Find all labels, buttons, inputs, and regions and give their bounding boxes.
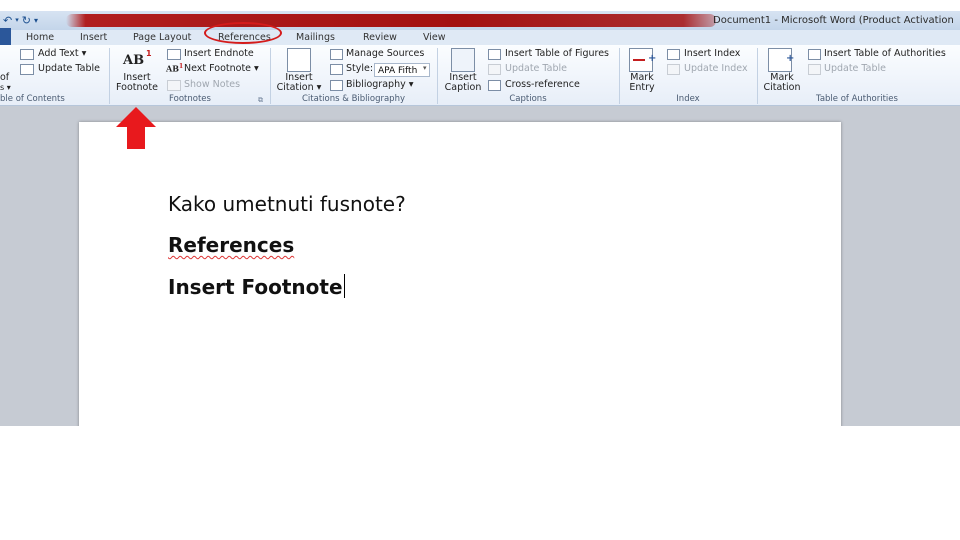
mark-entry-icon: + [629,48,656,72]
group-label-toc: ble of Contents [0,94,65,104]
show-notes-button[interactable]: Show Notes [184,79,240,91]
redo-icon[interactable]: ↻ [22,11,31,30]
customize-toolbar-icon[interactable]: ▾ [34,11,38,30]
insert-table-of-authorities-button[interactable]: Insert Table of Authorities [824,48,946,60]
show-notes-icon [167,80,181,91]
group-label-citations: Citations & Bibliography [301,94,405,104]
toc-button-label-part2[interactable]: s ▾ [0,82,11,94]
document-line-question: Kako umetnuti fusnote? [168,192,406,216]
insert-caption-label-2[interactable]: Caption [440,83,486,93]
ribbon: of s ▾ Add Text ▾ Update Table ble of Co… [0,45,960,106]
update-index-icon [667,64,680,75]
insert-index-button[interactable]: Insert Index [684,48,740,60]
tab-review[interactable]: Review [363,30,397,45]
group-label-captions: Captions [509,94,547,104]
text-cursor [343,274,345,298]
cross-reference-button[interactable]: Cross-reference [505,79,580,91]
citation-style-select[interactable]: APA Fifth [374,63,430,77]
insert-table-of-figures-button[interactable]: Insert Table of Figures [505,48,609,60]
footnotes-dialog-launcher-icon[interactable]: ⧉ [258,96,263,105]
document-area: Kako umetnuti fusnote? References Insert… [0,106,960,426]
update-table-authorities-icon [808,64,821,75]
update-table-authorities-button[interactable]: Update Table [824,63,886,75]
mark-citation-label-2[interactable]: Citation [760,83,804,93]
mark-entry-label-2[interactable]: Entry [622,83,662,93]
add-text-icon [20,49,34,60]
insert-footnote-text: Insert Footnote [168,275,343,299]
file-tab[interactable] [0,28,11,45]
insert-endnote-icon [167,49,181,60]
update-table-icon [20,64,34,75]
tab-page-layout[interactable]: Page Layout [133,30,191,45]
update-index-button[interactable]: Update Index [684,63,748,75]
tab-mailings[interactable]: Mailings [296,30,335,45]
manage-sources-button[interactable]: Manage Sources [346,48,424,60]
group-label-footnotes: Footnotes [169,94,211,104]
style-icon [330,64,343,75]
ribbon-tab-bar: Home Insert Page Layout References Maili… [0,28,960,45]
insert-endnote-button[interactable]: Insert Endnote [184,48,254,60]
mark-citation-icon: + [768,48,794,72]
next-footnote-button[interactable]: Next Footnote ▾ [184,63,259,75]
update-table-figures-button[interactable]: Update Table [505,63,567,75]
red-highlight-streak [66,14,716,27]
group-label-index: Index [676,94,700,104]
tab-view[interactable]: View [423,30,446,45]
cross-reference-icon [488,80,501,91]
red-arrow-pointer [116,107,156,149]
word-screenshot: ↶ ▾ ↻ ▾ Document1 - Microsoft Word (Prod… [0,0,960,426]
next-footnote-icon: AB1 [166,63,184,74]
insert-caption-icon [451,48,475,72]
insert-table-of-figures-icon [488,49,501,60]
undo-dropdown-icon[interactable]: ▾ [15,11,19,30]
document-line-references: References [168,233,295,257]
style-label: Style: [346,63,374,74]
tab-insert[interactable]: Insert [80,30,107,45]
insert-footnote-icon: AB 1 [123,49,152,68]
insert-citation-icon [287,48,311,72]
window-title: Document1 - Microsoft Word (Product Acti… [713,15,954,26]
document-line-insert-footnote: Insert Footnote [168,274,345,299]
insert-footnote-label-2[interactable]: Footnote [114,83,160,93]
update-table-button[interactable]: Update Table [38,63,100,75]
bibliography-button[interactable]: Bibliography ▾ [346,79,414,91]
document-page[interactable]: Kako umetnuti fusnote? References Insert… [79,122,841,426]
title-bar: ↶ ▾ ↻ ▾ Document1 - Microsoft Word (Prod… [0,11,960,30]
insert-index-icon [667,49,680,60]
bibliography-icon [330,80,343,91]
manage-sources-icon [330,49,343,60]
update-table-figures-icon [488,64,501,75]
insert-citation-label-2[interactable]: Citation ▾ [275,83,323,93]
insert-table-of-authorities-icon [808,49,821,60]
group-label-authorities: Table of Authorities [816,94,898,104]
references-tab-highlight-circle [204,22,282,44]
tab-home[interactable]: Home [26,30,54,45]
add-text-button[interactable]: Add Text ▾ [38,48,86,60]
style-dropdown-icon[interactable]: ▾ [423,64,427,72]
